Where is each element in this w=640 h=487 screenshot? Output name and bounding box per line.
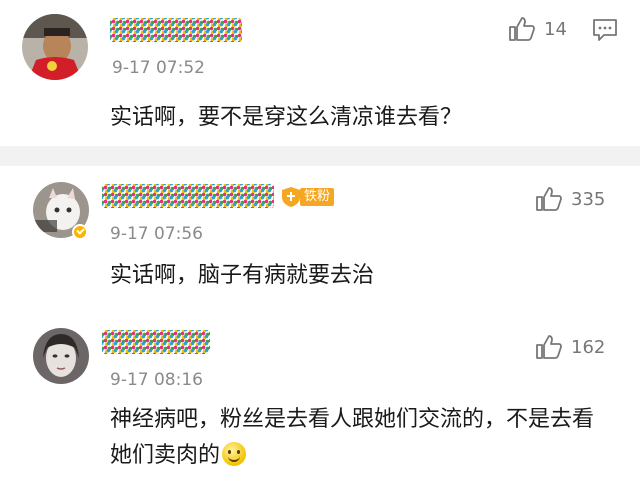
like-button[interactable]: 162 <box>535 334 605 360</box>
comment-text: 实话啊，脑子有病就要去治 <box>110 263 375 288</box>
smiley-emoji-icon <box>222 442 247 466</box>
like-count: 335 <box>571 188 606 210</box>
comment-item: 铁粉 9-17 07:56 实话啊，脑子有病就要去治 335 <box>0 166 640 316</box>
thumbs-up-icon <box>535 186 563 212</box>
fan-level-shield-icon <box>280 186 302 208</box>
fan-badge[interactable]: 铁粉 <box>280 186 335 208</box>
username-obscured[interactable] <box>102 330 210 354</box>
comment-item: 9-17 08:16 神经病吧，粉丝是去看人跟她们交流的，不是去看她们卖肉的 1… <box>0 316 640 487</box>
comment-text: 神经病吧，粉丝是去看人跟她们交流的，不是去看她们卖肉的 <box>110 402 615 474</box>
like-count: 14 <box>544 18 567 40</box>
comment-text: 实话啊，要不是穿这么清凉谁去看？ <box>110 105 463 130</box>
avatar[interactable] <box>22 14 88 80</box>
section-separator <box>0 146 640 166</box>
reply-comment-icon[interactable] <box>592 18 618 46</box>
like-button[interactable]: 14 <box>508 16 567 42</box>
username-obscured[interactable] <box>102 184 274 208</box>
comment-text-body: 神经病吧，粉丝是去看人跟她们交流的，不是去看她们卖肉的 <box>110 407 595 468</box>
comment-timestamp: 9-17 07:56 <box>110 224 203 244</box>
fan-badge-label: 铁粉 <box>300 188 335 206</box>
verified-badge-icon <box>72 224 88 240</box>
thumbs-up-icon <box>535 334 563 360</box>
comment-item: 9-17 07:52 实话啊，要不是穿这么清凉谁去看？ 14 <box>0 0 640 146</box>
like-count: 162 <box>571 336 606 358</box>
thumbs-up-icon <box>508 16 536 42</box>
comment-timestamp: 9-17 07:52 <box>112 58 205 78</box>
like-button[interactable]: 335 <box>535 186 605 212</box>
avatar[interactable] <box>33 328 89 384</box>
comment-timestamp: 9-17 08:16 <box>110 370 203 390</box>
username-obscured[interactable] <box>110 18 242 42</box>
